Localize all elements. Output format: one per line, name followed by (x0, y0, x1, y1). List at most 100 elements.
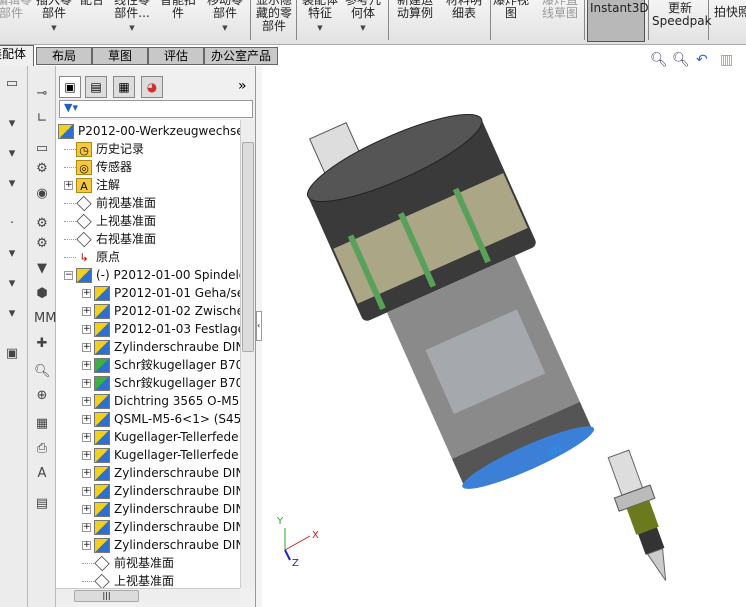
tab-1[interactable]: 布局 (36, 47, 92, 65)
dropdown-arrow-icon[interactable]: ▼ (110, 22, 154, 35)
graphics-viewport[interactable]: 🔍︎ 🔍︎ ↶ ▥ Y X Z (262, 52, 746, 607)
expand-panel-button[interactable]: » (238, 78, 247, 94)
toolbar-icon[interactable]: ▾ (4, 276, 20, 292)
tab-4[interactable]: 办公室产品 (204, 47, 278, 65)
tree-vertical-scrollbar[interactable] (240, 120, 255, 588)
toolbar-icon[interactable]: ▾ (4, 306, 20, 322)
expand-toggle-icon[interactable]: + (82, 541, 91, 550)
scroll-thumb[interactable] (242, 142, 254, 352)
configuration-manager-tab-icon[interactable]: ▦ (113, 76, 135, 98)
toolbar-button-5[interactable]: 移动零 部件 ▼ (203, 0, 247, 35)
tab-3[interactable]: 评估 (148, 47, 204, 65)
tree-item[interactable]: ◷ 历史记录 (64, 140, 144, 158)
toolbar-button-3[interactable]: 线性零 部件... ▼ (110, 0, 154, 35)
tree-item[interactable]: − (-) P2012-01-00 Spindelg (64, 266, 240, 284)
feature-manager-tab-icon[interactable]: ▣ (59, 76, 81, 98)
tree-item[interactable]: + Zylinderschraube DIN (82, 338, 240, 356)
toolbar-button-1[interactable]: 插入零 部件 ▼ (35, 0, 73, 35)
tree-item[interactable]: + Kugellager-Tellerfede (82, 428, 239, 446)
tree-item[interactable]: + P2012-01-03 Festlage (82, 320, 240, 338)
tree-item[interactable]: + P2012-01-02 Zwische (82, 302, 240, 320)
tree-item[interactable]: + Zylinderschraube DIN (82, 464, 240, 482)
toolbar-button-2[interactable]: 配合 (78, 0, 106, 7)
toolbar-icon[interactable]: ▼ (34, 261, 50, 277)
toolbar-icon[interactable]: · (4, 216, 20, 232)
toolbar-icon[interactable]: MM (34, 311, 56, 327)
tree-item[interactable]: + Schr銨kugellager B70 (82, 374, 240, 392)
toolbar-icon[interactable]: ⊕ (34, 388, 50, 404)
expand-toggle-icon[interactable]: + (82, 433, 91, 442)
expand-toggle-icon[interactable]: + (82, 379, 91, 388)
toolbar-icon[interactable]: ▣ (4, 346, 20, 362)
toolbar-button-15[interactable]: 拍快照 (712, 6, 746, 19)
toolbar-icon[interactable]: ▭ (4, 76, 20, 92)
toolbar-icon[interactable]: A (34, 466, 50, 482)
display-manager-tab-icon[interactable]: ◕ (141, 76, 163, 98)
toolbar-icon[interactable]: 🔍︎ (34, 364, 51, 380)
tree-item[interactable]: 前视基准面 (82, 554, 174, 572)
toolbar-icon[interactable]: ▾ (4, 146, 20, 162)
dropdown-arrow-icon[interactable]: ▼ (203, 22, 247, 35)
filter-input[interactable]: ▼▾ (59, 100, 253, 118)
tree-item[interactable]: + Zylinderschraube DIN (82, 500, 240, 518)
dropdown-arrow-icon[interactable]: ▼ (35, 22, 73, 35)
toolbar-icon[interactable]: ▦ (34, 416, 50, 432)
tree-item[interactable]: ◎ 传感器 (64, 158, 132, 176)
tree-item[interactable]: 前视基准面 (64, 194, 156, 212)
panel-splitter[interactable]: ‹ (255, 66, 262, 607)
tree-item[interactable]: 右视基准面 (64, 230, 156, 248)
toolbar-icon[interactable]: ◉ (34, 186, 50, 202)
expand-toggle-icon[interactable]: + (82, 325, 91, 334)
toolbar-button-9[interactable]: 新建运 动算例 (394, 0, 436, 20)
toolbar-icon[interactable]: ⊸ (34, 86, 50, 102)
toolbar-button-7[interactable]: 装配体 特征 ▼ (299, 0, 341, 35)
toolbar-icon[interactable]: ∟ (34, 111, 50, 127)
expand-toggle-icon[interactable]: + (82, 487, 91, 496)
dropdown-arrow-icon[interactable]: ▼ (342, 22, 384, 35)
toolbar-button-6[interactable]: 显示隐 藏的零 部件 (254, 0, 294, 33)
toolbar-icon[interactable]: ✚ (34, 336, 50, 352)
expand-toggle-icon[interactable]: + (82, 343, 91, 352)
expand-toggle-icon[interactable]: + (82, 523, 91, 532)
expand-toggle-icon[interactable]: + (82, 469, 91, 478)
tree-item[interactable]: ↳ 原点 (64, 248, 120, 266)
dropdown-arrow-icon[interactable]: ▼ (299, 22, 341, 35)
expand-toggle-icon[interactable]: + (82, 451, 91, 460)
tree-item[interactable]: + QSML-M5-6<1> (S45 (82, 410, 240, 428)
tab-2[interactable]: 草图 (92, 47, 148, 65)
tree-item[interactable]: + Zylinderschraube DIN (82, 518, 240, 536)
toolbar-icon[interactable]: ▾ (4, 246, 20, 262)
tree-item[interactable]: + P2012-01-01 Geha/se (82, 284, 240, 302)
expand-toggle-icon[interactable]: + (82, 307, 91, 316)
expand-toggle-icon[interactable]: + (82, 397, 91, 406)
expand-toggle-icon[interactable]: + (82, 289, 91, 298)
toolbar-button-0[interactable]: 编辑零 部件 (0, 0, 32, 20)
toolbar-button-11[interactable]: 爆炸视 图 (492, 0, 530, 20)
toolbar-button-4[interactable]: 智能扣 件 (158, 0, 198, 20)
tree-item[interactable]: + Kugellager-Tellerfede (82, 446, 239, 464)
tree-item[interactable]: 上视基准面 (64, 212, 156, 230)
toolbar-icon[interactable]: ▾ (4, 176, 20, 192)
tree-item[interactable]: 上视基准面 (82, 572, 174, 588)
tree-item[interactable]: + Dichtring 3565 O-M5 (82, 392, 239, 410)
property-manager-tab-icon[interactable]: ▤ (85, 76, 107, 98)
scroll-thumb[interactable]: ||| (74, 590, 139, 602)
tree-item[interactable]: + Zylinderschraube DIN (82, 536, 240, 554)
tree-item[interactable]: P2012-00-Werkzeugwechse (58, 122, 240, 140)
tree-horizontal-scrollbar[interactable]: ||| (56, 588, 240, 603)
expand-toggle-icon[interactable]: + (64, 181, 73, 190)
expand-toggle-icon[interactable]: − (64, 271, 73, 280)
toolbar-button-14[interactable]: 更新 Speedpak (652, 2, 712, 28)
toolbar-icon[interactable]: ▤ (34, 496, 50, 512)
tree-item[interactable]: + Schr銨kugellager B70 (82, 356, 240, 374)
toolbar-button-8[interactable]: 参考几 何体 ▼ (342, 0, 384, 35)
tree-item[interactable]: + A 注解 (64, 176, 120, 194)
toolbar-button-13[interactable]: Instant3D (590, 2, 649, 15)
toolbar-icon[interactable]: ▭ (34, 141, 50, 157)
expand-toggle-icon[interactable]: + (82, 505, 91, 514)
expand-toggle-icon[interactable]: + (82, 361, 91, 370)
tree-item[interactable]: + Zylinderschraube DIN (82, 482, 240, 500)
toolbar-icon[interactable]: ⚙ (34, 161, 50, 177)
tab-0[interactable]: 装配体 (0, 45, 34, 66)
toolbar-icon[interactable]: ⎙ (34, 441, 50, 457)
